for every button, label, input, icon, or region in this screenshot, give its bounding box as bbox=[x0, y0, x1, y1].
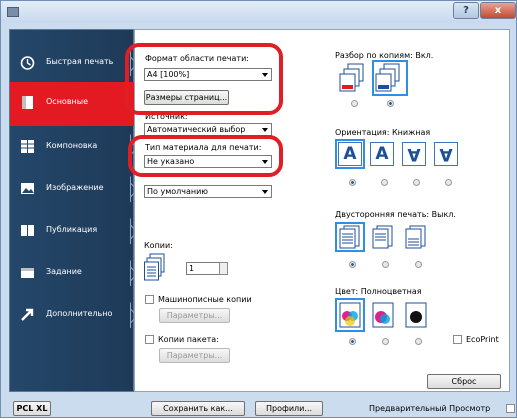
chevron-right-icon bbox=[119, 218, 131, 244]
image-icon bbox=[21, 183, 34, 194]
black-white-icon[interactable] bbox=[404, 301, 428, 329]
printer-icon bbox=[7, 7, 19, 17]
save-as-button[interactable]: Сохранить как... bbox=[151, 401, 245, 416]
collate-off-icon[interactable] bbox=[339, 63, 369, 93]
full-color-icon bbox=[339, 302, 361, 328]
media-type-highlight bbox=[128, 135, 283, 177]
sidebar-item-job[interactable]: Задание bbox=[10, 252, 134, 294]
duplex-off-icon bbox=[339, 225, 360, 249]
mopy-label: Машинописные копии bbox=[158, 295, 252, 304]
collate-off-radio[interactable] bbox=[351, 100, 358, 107]
orientation-radio-1[interactable] bbox=[349, 179, 356, 186]
preview-checkbox[interactable] bbox=[506, 404, 515, 413]
orientation-radio-2[interactable] bbox=[381, 179, 388, 186]
sidebar-item-layout[interactable]: Компоновка bbox=[10, 126, 134, 168]
orientation-radio-3[interactable] bbox=[413, 179, 420, 186]
job-icon bbox=[21, 268, 34, 278]
duplex-radio-1[interactable] bbox=[349, 261, 356, 268]
copies-stepper[interactable] bbox=[219, 262, 228, 275]
profiles-button[interactable]: Профили... bbox=[255, 401, 323, 416]
color-radio-1[interactable] bbox=[349, 338, 356, 345]
sidebar-item-label: Задание bbox=[46, 267, 82, 276]
advanced-icon bbox=[21, 308, 34, 321]
preview-label: Предварительный Просмотр bbox=[369, 404, 491, 413]
close-button[interactable]: x bbox=[480, 2, 516, 19]
ecoprint-label: EcoPrint bbox=[466, 335, 499, 344]
basic-icon bbox=[22, 96, 33, 109]
settings-panel: Формат области печати: A4 [100%] Размеры… bbox=[125, 29, 510, 392]
orientation-radio-4[interactable] bbox=[445, 179, 452, 186]
collate-on-icon bbox=[375, 63, 400, 92]
reset-button[interactable]: Сброс bbox=[427, 374, 501, 389]
portrait-icon: A bbox=[338, 142, 362, 166]
auto-color-icon[interactable] bbox=[371, 301, 395, 329]
print-settings-window: ? x Быстрая печать Основные Компоновка И… bbox=[0, 0, 517, 418]
mopy-checkbox[interactable] bbox=[145, 295, 154, 304]
duplex-radio-2[interactable] bbox=[382, 261, 389, 268]
chevron-right-icon bbox=[119, 302, 131, 328]
ecoprint-checkbox[interactable] bbox=[453, 335, 462, 344]
sidebar: Быстрая печать Основные Компоновка Изобр… bbox=[9, 29, 134, 392]
default-value: По умолчанию bbox=[147, 187, 209, 196]
footer-bar: PCL XL Сохранить как... Профили... Предв… bbox=[1, 399, 516, 419]
default-select[interactable]: По умолчанию bbox=[144, 185, 272, 198]
orientation-label: Ориентация: Книжная bbox=[335, 128, 431, 137]
layout-icon bbox=[21, 140, 34, 153]
pack-copies-label: Копии пакета: bbox=[158, 335, 219, 344]
pcl-xl-button[interactable]: PCL XL bbox=[13, 401, 51, 416]
duplex-label: Двусторонняя печать: Выкл. bbox=[335, 210, 456, 219]
pack-checkbox[interactable] bbox=[145, 335, 154, 344]
sidebar-item-image[interactable]: Изображение bbox=[10, 168, 134, 210]
portrait-rotated-icon[interactable]: A bbox=[402, 142, 426, 166]
chevron-down-icon bbox=[262, 190, 268, 194]
quick-print-icon bbox=[20, 56, 35, 70]
copies-icon bbox=[144, 253, 165, 281]
chevron-right-icon bbox=[119, 176, 131, 202]
sidebar-item-label: Компоновка bbox=[46, 141, 98, 150]
sidebar-item-label: Изображение bbox=[46, 183, 104, 192]
sidebar-item-label: Основные bbox=[46, 97, 89, 106]
sidebar-item-label: Быстрая печать bbox=[46, 57, 114, 66]
mopy-params-button[interactable]: Параметры... bbox=[159, 308, 230, 323]
copies-label: Копии: bbox=[144, 241, 173, 250]
color-radio-2[interactable] bbox=[382, 338, 389, 345]
pack-params-button[interactable]: Параметры... bbox=[159, 348, 230, 363]
title-bar: ? x bbox=[1, 1, 516, 23]
chevron-down-icon bbox=[262, 128, 268, 132]
landscape-rotated-icon[interactable]: A bbox=[434, 142, 458, 166]
duplex-short-edge-icon[interactable] bbox=[404, 225, 428, 249]
chevron-right-icon bbox=[119, 260, 131, 286]
sidebar-item-publishing[interactable]: Публикация bbox=[10, 210, 134, 252]
collate-label: Разбор по копиям: Вкл. bbox=[335, 51, 434, 60]
source-value: Автоматический выбор bbox=[147, 125, 246, 134]
sidebar-item-advanced[interactable]: Дополнительно bbox=[10, 294, 134, 336]
help-button[interactable]: ? bbox=[453, 2, 479, 19]
sidebar-item-label: Публикация bbox=[46, 225, 98, 234]
landscape-icon[interactable]: A bbox=[370, 142, 394, 166]
print-size-highlight bbox=[125, 43, 283, 115]
sidebar-item-basic[interactable]: Основные bbox=[10, 82, 134, 126]
publishing-icon bbox=[21, 225, 34, 236]
copies-value: 1 bbox=[189, 264, 195, 273]
collate-on-radio[interactable] bbox=[387, 100, 394, 107]
color-radio-3[interactable] bbox=[415, 338, 422, 345]
sidebar-item-label: Дополнительно bbox=[46, 309, 113, 318]
duplex-long-edge-icon[interactable] bbox=[371, 225, 395, 249]
duplex-radio-3[interactable] bbox=[415, 261, 422, 268]
color-label: Цвет: Полноцветная bbox=[335, 287, 422, 296]
sidebar-item-quick-print[interactable]: Быстрая печать bbox=[10, 42, 134, 84]
